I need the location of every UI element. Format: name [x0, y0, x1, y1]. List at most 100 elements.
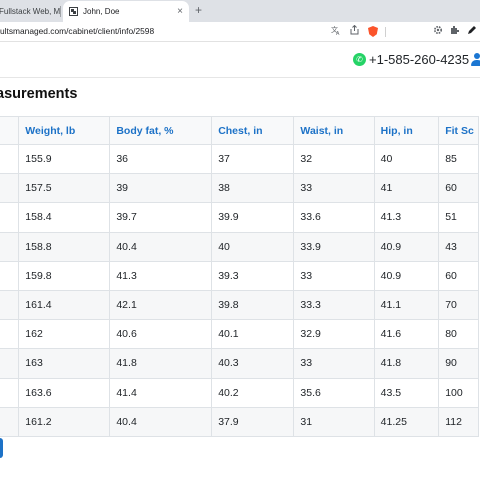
new-tab-button[interactable]: +	[195, 3, 202, 17]
body-fat-cell: 41.8	[109, 348, 213, 379]
browser-toolbar: ultsmanaged.com/cabinet/client/info/2598…	[0, 22, 480, 42]
body-fat-cell: 39	[109, 173, 213, 204]
waist-cell: 33.6	[293, 202, 375, 233]
column-header-chest[interactable]: Chest, in	[211, 116, 295, 145]
chest-cell: 39.3	[211, 260, 295, 291]
chest-cell: 40	[211, 231, 295, 262]
toolbar-divider	[385, 27, 386, 37]
tab-title: Fullstack Web, Mo	[0, 7, 60, 16]
tab-separator	[60, 6, 61, 17]
table-row: 157.5 39 38 33 41 60	[0, 173, 479, 204]
weight-cell: 155.9	[18, 143, 111, 175]
row-cell	[0, 231, 20, 262]
qr-favicon-icon	[69, 7, 78, 16]
chest-cell: 40.1	[211, 319, 295, 350]
row-cell	[0, 202, 20, 233]
address-bar[interactable]: ultsmanaged.com/cabinet/client/info/2598	[0, 26, 154, 36]
chest-cell: 40.3	[211, 348, 295, 379]
translate-icon[interactable]: 文A	[331, 25, 341, 39]
settings-icon[interactable]	[433, 25, 443, 39]
fit-score-cell: 80	[438, 319, 479, 350]
body-fat-cell: 41.4	[109, 377, 213, 408]
whatsapp-icon[interactable]: ✆	[353, 53, 366, 66]
weight-cell: 158.8	[18, 231, 111, 262]
close-tab-icon[interactable]: ×	[177, 6, 183, 17]
column-header-waist[interactable]: Waist, in	[293, 116, 375, 145]
table-header-row: Weight, lb Body fat, % Chest, in Waist, …	[0, 116, 479, 145]
table-row: 159.8 41.3 39.3 33 40.9 60	[0, 260, 479, 291]
chest-cell: 38	[211, 173, 295, 204]
table-row: 161.2 40.4 37.9 31 41.25 112	[0, 406, 479, 437]
hip-cell: 41.1	[373, 289, 440, 321]
waist-cell: 33	[293, 348, 375, 379]
row-cell	[0, 348, 20, 379]
chest-cell: 40.2	[211, 377, 295, 408]
fit-score-cell: 112	[438, 406, 479, 437]
waist-cell: 33.3	[293, 289, 375, 321]
weight-cell: 161.2	[18, 406, 111, 437]
table-body: 155.9 36 37 32 40 85 157.5 39 38 33 41 60 158.4 39.7 3…	[0, 143, 479, 437]
body-fat-cell: 36	[109, 143, 213, 175]
chest-cell: 37.9	[211, 406, 295, 437]
share-icon[interactable]	[350, 24, 359, 39]
body-fat-cell: 40.4	[109, 231, 213, 262]
row-cell	[0, 143, 20, 175]
browser-tab-strip: Fullstack Web, Mo John, Doe × +	[0, 0, 480, 22]
table-row: 155.9 36 37 32 40 85	[0, 143, 479, 175]
hip-cell: 41	[373, 173, 440, 204]
fit-score-cell: 90	[438, 348, 479, 379]
action-button[interactable]	[0, 438, 3, 458]
column-header-hip[interactable]: Hip, in	[373, 116, 440, 145]
fit-score-cell: 85	[438, 143, 479, 175]
waist-cell: 33	[293, 260, 375, 291]
table-row: 158.8 40.4 40 33.9 40.9 43	[0, 231, 479, 262]
waist-cell: 33.9	[293, 231, 375, 262]
weight-cell: 159.8	[18, 260, 111, 291]
body-fat-cell: 40.4	[109, 406, 213, 437]
fit-score-cell: 43	[438, 231, 479, 262]
waist-cell: 31	[293, 406, 375, 437]
table-row: 158.4 39.7 39.9 33.6 41.3 51	[0, 202, 479, 233]
hip-cell: 40.9	[373, 231, 440, 262]
hip-cell: 41.8	[373, 348, 440, 379]
column-header-fit-score[interactable]: Fit Sc	[438, 116, 479, 145]
brave-shield-icon[interactable]	[368, 26, 378, 37]
svg-text:A: A	[336, 31, 340, 35]
hip-cell: 41.3	[373, 202, 440, 233]
page-header: ✆ +1-585-260-4235	[0, 43, 480, 78]
row-cell	[0, 319, 20, 350]
column-header[interactable]	[0, 116, 20, 145]
body-fat-cell: 40.6	[109, 319, 213, 350]
user-icon[interactable]	[471, 53, 480, 66]
hip-cell: 41.6	[373, 319, 440, 350]
column-header-weight[interactable]: Weight, lb	[18, 116, 111, 145]
body-fat-cell: 41.3	[109, 260, 213, 291]
extensions-icon[interactable]	[450, 25, 460, 39]
body-fat-cell: 42.1	[109, 289, 213, 321]
row-cell	[0, 173, 20, 204]
weight-cell: 157.5	[18, 173, 111, 204]
hip-cell: 40.9	[373, 260, 440, 291]
pen-icon[interactable]	[467, 25, 477, 39]
browser-tab-client[interactable]: John, Doe ×	[63, 1, 189, 22]
section-title: asurements	[0, 86, 78, 102]
hip-cell: 40	[373, 143, 440, 175]
weight-cell: 163	[18, 348, 111, 379]
fit-score-cell: 100	[438, 377, 479, 408]
browser-tab-fullstack[interactable]: Fullstack Web, Mo	[0, 1, 60, 22]
weight-cell: 161.4	[18, 289, 111, 321]
table-row: 161.4 42.1 39.8 33.3 41.1 70	[0, 289, 479, 321]
row-cell	[0, 377, 20, 408]
chest-cell: 39.8	[211, 289, 295, 321]
column-header-body-fat[interactable]: Body fat, %	[109, 116, 213, 145]
waist-cell: 33	[293, 173, 375, 204]
measurements-table: Weight, lb Body fat, % Chest, in Waist, …	[0, 116, 479, 437]
hip-cell: 41.25	[373, 406, 440, 437]
phone-number-link[interactable]: +1-585-260-4235	[369, 52, 469, 67]
table-row: 163.6 41.4 40.2 35.6 43.5 100	[0, 377, 479, 408]
row-cell	[0, 406, 20, 437]
table-row: 163 41.8 40.3 33 41.8 90	[0, 348, 479, 379]
fit-score-cell: 60	[438, 173, 479, 204]
body-fat-cell: 39.7	[109, 202, 213, 233]
tab-title: John, Doe	[83, 7, 120, 16]
